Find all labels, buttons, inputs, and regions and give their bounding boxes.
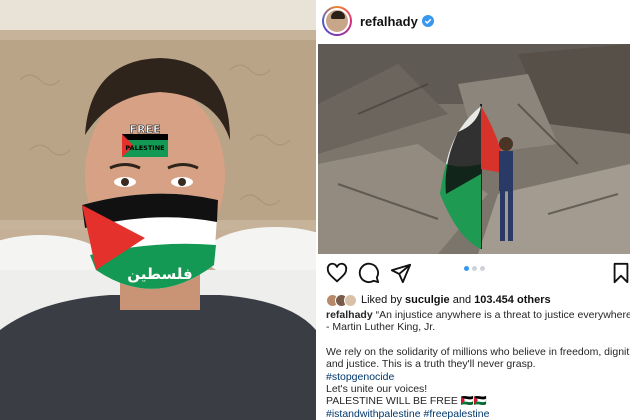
likes-count[interactable]: 103.454 others [474,294,550,306]
forehead-text-free: FREE [129,123,161,136]
post-image[interactable] [318,44,630,254]
caption-hashtag-stopgenocide[interactable]: #stopgenocide [326,371,630,383]
likes-row: Liked by suculgie and 103.454 others [326,293,551,307]
caption-quote-line2: - Martin Luther King, Jr. [326,321,436,334]
verified-icon [421,15,434,27]
likes-and: and [452,294,472,306]
forehead-text: FREE PALESTINE [120,123,170,153]
likes-first-user[interactable]: suculgie [405,294,450,306]
caption-unite-line: Let's unite our voices! [326,382,428,395]
forehead-text-palestine: PALESTINE [125,144,165,152]
post-username[interactable]: refalhady [360,14,418,29]
caption-quote-line1: “An injustice anywhere is a threat to ju… [375,309,630,321]
caption-para-line2: and justice. This is a truth they'll nev… [326,358,536,371]
caption-username[interactable]: refalhady [326,309,373,321]
instagram-post: refalhady Liked by suculgie and 103.454 … [318,0,630,420]
caption-hashtags[interactable]: #istandwithpalestine #freepalestine [326,408,630,420]
carousel-dot [471,266,477,271]
likes-prefix: Liked by [361,294,402,306]
avatar-photo [324,8,350,34]
rubble-photo [318,44,630,254]
mask-arabic-text: فلسطين [127,265,193,283]
avatar[interactable] [322,6,352,36]
liker-avatar [344,293,357,307]
likes-text[interactable]: Liked by suculgie and 103.454 others [361,294,551,306]
selfie-photo: FREE PALESTINE فلسطين [0,0,316,420]
carousel-indicator [318,266,630,271]
selfie-illustration [0,0,316,420]
post-header: refalhady [318,0,630,42]
caption-para-line1: We rely on the solidarity of millions wh… [326,345,630,358]
post-caption: refalhady “An injustice anywhere is a th… [326,309,630,420]
carousel-dot [463,266,469,271]
carousel-dot [479,266,485,271]
caption-free-line: PALESTINE WILL BE FREE 🇵🇸🇵🇸 [326,395,487,408]
